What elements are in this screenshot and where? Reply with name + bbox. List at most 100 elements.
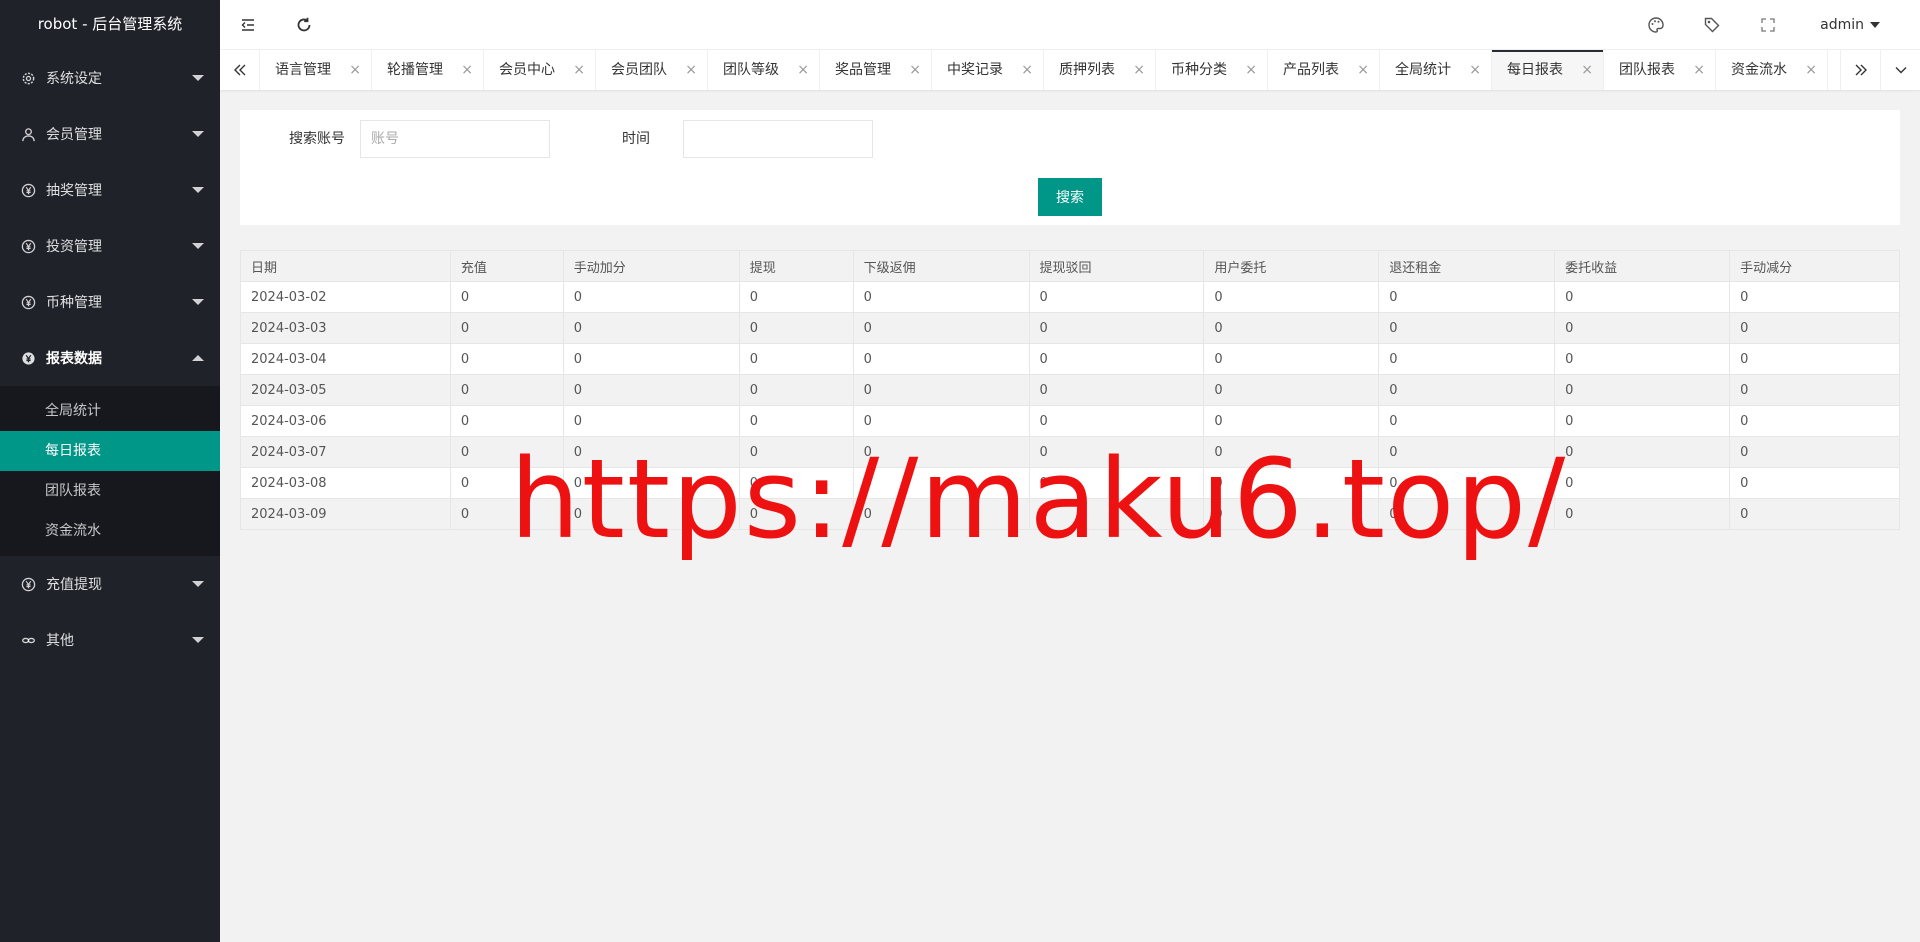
close-icon[interactable]: × bbox=[1245, 50, 1257, 90]
tab-item[interactable]: 奖品管理 × bbox=[820, 50, 932, 90]
sidebar-item-currency-management[interactable]: 币种管理 bbox=[0, 274, 220, 330]
tab-item[interactable]: 会员团队 × bbox=[596, 50, 708, 90]
sidebar-item-lottery-management[interactable]: 抽奖管理 bbox=[0, 162, 220, 218]
tabs-scroll-left-button[interactable] bbox=[220, 50, 260, 90]
table-cell: 0 bbox=[1729, 374, 1900, 406]
tag-button[interactable] bbox=[1684, 0, 1740, 50]
table-cell: 0 bbox=[1028, 312, 1205, 344]
table-cell: 0 bbox=[562, 467, 740, 499]
table-cell: 0 bbox=[562, 281, 740, 313]
tab-label: 全局统计 bbox=[1395, 62, 1451, 78]
table-cell: 0 bbox=[1203, 436, 1380, 468]
tab-item[interactable]: 中奖记录 × bbox=[932, 50, 1044, 90]
close-icon[interactable]: × bbox=[349, 50, 361, 90]
tab-item[interactable]: 团队报表 × bbox=[1604, 50, 1716, 90]
tab-item[interactable]: 币种分类 × bbox=[1156, 50, 1268, 90]
yen-circle-icon bbox=[20, 576, 36, 592]
tab-label: 奖品管理 bbox=[835, 62, 891, 78]
tab-item[interactable]: 产品列表 × bbox=[1268, 50, 1380, 90]
tab-item[interactable]: 全局统计 × bbox=[1380, 50, 1492, 90]
sidebar: robot - 后台管理系统 系统设定 会员管理 抽奖管理 投资管理 币种管理 bbox=[0, 0, 220, 942]
sidebar-subitem-fund-flow[interactable]: 资金流水 bbox=[0, 511, 220, 551]
fullscreen-button[interactable] bbox=[1740, 0, 1796, 50]
tab-item[interactable]: 资金流水 × bbox=[1716, 50, 1828, 90]
sidebar-item-system-settings[interactable]: 系统设定 bbox=[0, 50, 220, 106]
table-cell: 0 bbox=[1378, 343, 1556, 375]
sidebar-item-recharge-withdraw[interactable]: 充值提现 bbox=[0, 556, 220, 612]
table-cell: 2024-03-07 bbox=[240, 436, 451, 468]
theme-button[interactable] bbox=[1628, 0, 1684, 50]
sidebar-item-report-data[interactable]: 报表数据 bbox=[0, 330, 220, 386]
sidebar-subitem-team-report[interactable]: 团队报表 bbox=[0, 471, 220, 511]
search-button[interactable]: 搜索 bbox=[1038, 178, 1102, 216]
chevron-down-icon bbox=[192, 581, 204, 587]
sidebar-subitem-global-stats[interactable]: 全局统计 bbox=[0, 391, 220, 431]
table-cell: 0 bbox=[1028, 374, 1205, 406]
tab-item[interactable]: 语言管理 × bbox=[260, 50, 372, 90]
table-cell: 0 bbox=[1378, 467, 1556, 499]
table-cell: 0 bbox=[1378, 281, 1556, 313]
tab-label: 每日报表 bbox=[1507, 62, 1563, 78]
table-cell: 0 bbox=[1729, 436, 1900, 468]
tabs-scroll-right-button[interactable] bbox=[1840, 50, 1880, 90]
close-icon[interactable]: × bbox=[797, 50, 809, 90]
fullscreen-icon bbox=[1760, 17, 1776, 33]
tab-item[interactable]: 每日报表 × bbox=[1492, 50, 1604, 90]
menu-fold-icon bbox=[239, 16, 257, 34]
table-row: 2024-03-08 0 0 0 0 0 0 0 0 0 bbox=[240, 467, 1900, 499]
column-header: 提现 bbox=[738, 250, 854, 282]
close-icon[interactable]: × bbox=[1805, 50, 1817, 90]
table-cell: 0 bbox=[1203, 312, 1380, 344]
close-icon[interactable]: × bbox=[573, 50, 585, 90]
menu-fold-button[interactable] bbox=[220, 0, 276, 50]
table-cell: 0 bbox=[1554, 405, 1731, 437]
sidebar-subitem-daily-report[interactable]: 每日报表 bbox=[0, 431, 220, 471]
close-icon[interactable]: × bbox=[1469, 50, 1481, 90]
table-cell: 0 bbox=[1378, 374, 1556, 406]
table-cell: 0 bbox=[738, 312, 854, 344]
close-icon[interactable]: × bbox=[909, 50, 921, 90]
close-icon[interactable]: × bbox=[685, 50, 697, 90]
table-cell: 0 bbox=[1203, 498, 1380, 530]
table-cell: 0 bbox=[449, 436, 564, 468]
tab-item[interactable]: 质押列表 × bbox=[1044, 50, 1156, 90]
tab-item[interactable]: 团队等级 × bbox=[708, 50, 820, 90]
chevron-down-icon bbox=[192, 299, 204, 305]
account-label: 搜索账号 bbox=[289, 131, 345, 147]
user-menu[interactable]: admin bbox=[1820, 0, 1880, 50]
account-input[interactable] bbox=[360, 120, 550, 158]
time-input[interactable] bbox=[683, 120, 873, 158]
tab-list: 语言管理 × 轮播管理 × 会员中心 × 会员团队 × 团队等级 × 奖品管理 × 中奖记录 × 质押列表 ×… bbox=[260, 50, 1840, 90]
table-cell: 0 bbox=[1554, 374, 1731, 406]
sidebar-item-investment-management[interactable]: 投资管理 bbox=[0, 218, 220, 274]
table-cell: 0 bbox=[562, 498, 740, 530]
close-icon[interactable]: × bbox=[1693, 50, 1705, 90]
table-cell: 2024-03-03 bbox=[240, 312, 451, 344]
sidebar-item-member-management[interactable]: 会员管理 bbox=[0, 106, 220, 162]
table-cell: 2024-03-08 bbox=[240, 467, 451, 499]
refresh-button[interactable] bbox=[276, 0, 332, 50]
double-chevron-left-icon bbox=[233, 63, 247, 77]
close-icon[interactable]: × bbox=[461, 50, 473, 90]
table-row: 2024-03-04 0 0 0 0 0 0 0 0 0 bbox=[240, 343, 1900, 375]
close-icon[interactable]: × bbox=[1021, 50, 1033, 90]
sidebar-item-other[interactable]: 其他 bbox=[0, 612, 220, 668]
table-cell: 0 bbox=[449, 467, 564, 499]
chevron-up-icon bbox=[192, 355, 204, 361]
close-icon[interactable]: × bbox=[1581, 50, 1593, 90]
tab-label: 质押列表 bbox=[1059, 62, 1115, 78]
table-cell: 0 bbox=[738, 405, 854, 437]
yen-circle-icon bbox=[20, 238, 36, 254]
yen-circle-icon bbox=[20, 350, 36, 366]
table-cell: 0 bbox=[1729, 498, 1900, 530]
close-icon[interactable]: × bbox=[1133, 50, 1145, 90]
tab-item[interactable]: 会员中心 × bbox=[484, 50, 596, 90]
tabs-menu-button[interactable] bbox=[1880, 50, 1920, 90]
close-icon[interactable]: × bbox=[1357, 50, 1369, 90]
table-cell: 2024-03-04 bbox=[240, 343, 451, 375]
chevron-down-icon bbox=[1894, 63, 1908, 77]
tab-item[interactable]: 轮播管理 × bbox=[372, 50, 484, 90]
table-cell: 0 bbox=[1203, 467, 1380, 499]
app-title: robot - 后台管理系统 bbox=[37, 15, 183, 33]
caret-down-icon bbox=[1870, 22, 1880, 28]
